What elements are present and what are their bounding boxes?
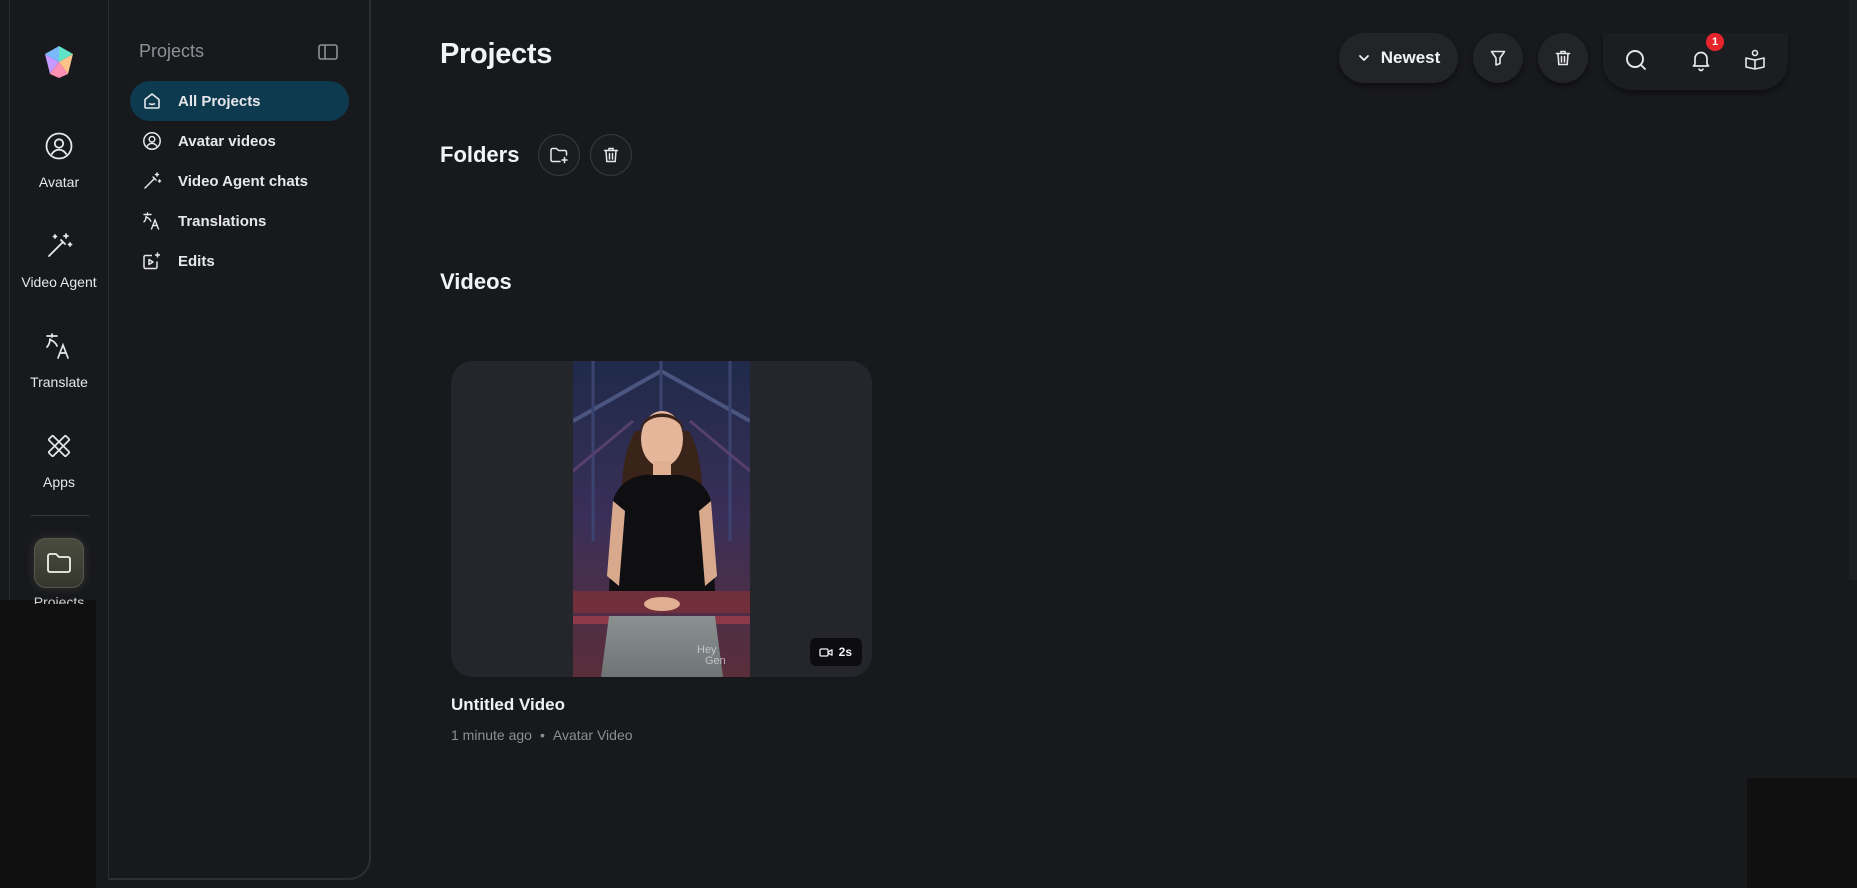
- avatar-icon: [45, 132, 73, 160]
- trash-icon: [1555, 50, 1571, 66]
- home-icon: [144, 93, 160, 109]
- sort-dropdown[interactable]: Newest: [1339, 33, 1458, 83]
- rail-item-label: Video Agent: [21, 274, 97, 290]
- meta-separator: •: [539, 727, 545, 743]
- sidebar-item-edits[interactable]: Edits: [130, 241, 349, 281]
- video-camera-icon: [818, 647, 833, 657]
- magic-wand-icon: [144, 172, 162, 189]
- heygen-logo-icon[interactable]: [40, 44, 78, 80]
- sidebar-item-label: Avatar videos: [178, 132, 276, 150]
- sidebar-collapse-icon[interactable]: [317, 42, 339, 62]
- page-scrollbar[interactable]: [1849, 0, 1857, 580]
- video-type: Avatar Video: [552, 727, 633, 743]
- notification-badge: 1: [1706, 33, 1724, 51]
- search-icon: [1626, 50, 1646, 70]
- chevron-down-icon: [1358, 55, 1369, 61]
- rail-item-projects-label: Projects: [33, 594, 85, 604]
- filter-icon: [1490, 50, 1506, 66]
- translate-icon: [143, 212, 160, 230]
- search-button[interactable]: [1621, 45, 1651, 75]
- sidebar-item-avatar-videos[interactable]: Avatar videos: [130, 121, 349, 161]
- sidebar-item-video-agent-chats[interactable]: Video Agent chats: [130, 161, 349, 201]
- sidebar-item-label: Edits: [178, 252, 215, 270]
- page-title: Projects: [440, 38, 553, 70]
- trash-icon: [603, 147, 619, 163]
- sidebar-title: Projects: [139, 41, 205, 61]
- rail-bottom-shade: [0, 600, 96, 888]
- new-folder-button[interactable]: [538, 134, 580, 176]
- video-meta: 1 minute ago • Avatar Video: [451, 727, 633, 743]
- sort-label: Newest: [1380, 48, 1441, 67]
- book-user-icon: [1745, 49, 1765, 70]
- bell-icon: [1692, 51, 1710, 72]
- folders-heading: Folders: [440, 142, 520, 167]
- sidebar-item-label: Translations: [178, 212, 267, 230]
- rail-item-projects[interactable]: [34, 538, 84, 588]
- trash-button[interactable]: [1538, 33, 1588, 83]
- rail-item-label: Translate: [30, 374, 88, 390]
- rail-item-label: Avatar: [38, 174, 80, 190]
- rail-divider: [31, 515, 89, 516]
- filter-button[interactable]: [1473, 33, 1523, 83]
- video-thumbnail: Hey Gen: [573, 361, 750, 677]
- folder-plus-icon: [550, 147, 568, 164]
- sidebar-item-label: All Projects: [178, 92, 261, 110]
- rail-item-label: Apps: [43, 474, 75, 490]
- sidebar-item-translations[interactable]: Translations: [130, 201, 349, 241]
- rail-item-avatar[interactable]: Avatar: [10, 131, 108, 190]
- sidebar-item-label: Video Agent chats: [178, 172, 309, 190]
- rail-item-translate[interactable]: Translate: [10, 331, 108, 390]
- duration-label: 2s: [838, 645, 852, 659]
- delete-folder-button[interactable]: [590, 134, 632, 176]
- rail-item-apps[interactable]: Apps: [10, 431, 108, 490]
- folder-icon: [47, 553, 71, 573]
- top-right-toolbar: [1603, 33, 1788, 90]
- video-time: 1 minute ago: [451, 727, 532, 743]
- video-edit-icon: [143, 252, 160, 270]
- video-card[interactable]: Hey Gen 2s: [451, 361, 872, 677]
- duration-badge: 2s: [809, 638, 862, 666]
- avatar-icon: [143, 132, 161, 150]
- sidebar-nav: All Projects Avatar videos Video Agent c…: [130, 81, 349, 281]
- rail-item-video-agent[interactable]: Video Agent: [10, 231, 108, 290]
- corner-shade: [1747, 778, 1857, 888]
- svg-text:Gen: Gen: [705, 655, 726, 667]
- apps-icon: [47, 434, 71, 458]
- icon-rail: Avatar Video Agent Translate Apps Projec…: [0, 0, 109, 888]
- projects-sidebar: Projects All Projects Avatar videos Vide…: [108, 0, 371, 880]
- video-title[interactable]: Untitled Video: [451, 695, 565, 715]
- magic-wand-icon: [48, 233, 73, 257]
- sidebar-item-all-projects[interactable]: All Projects: [130, 81, 349, 121]
- learning-button[interactable]: [1740, 45, 1770, 75]
- videos-heading: Videos: [440, 269, 512, 294]
- translate-icon: [46, 333, 69, 359]
